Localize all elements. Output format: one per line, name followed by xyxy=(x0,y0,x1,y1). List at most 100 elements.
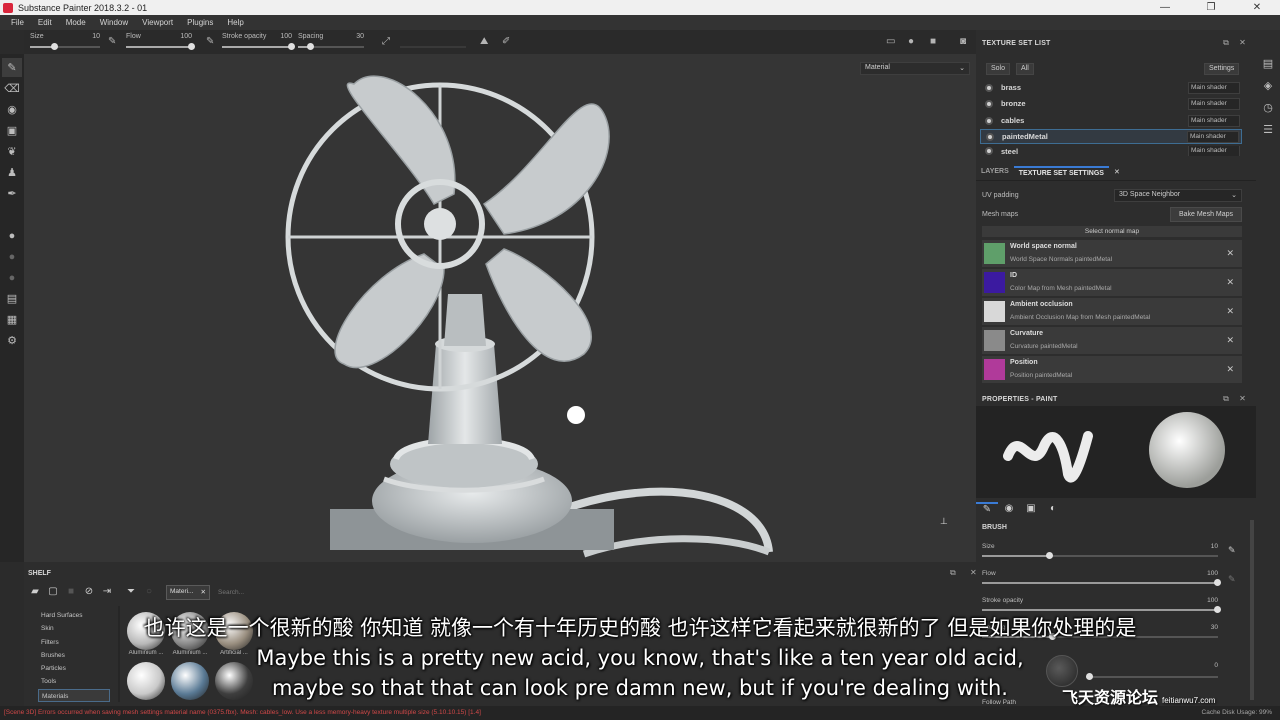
mesh-map-row[interactable]: Curvature Curvature paintedMetal ✕ xyxy=(982,327,1242,354)
menu-mode[interactable]: Mode xyxy=(59,18,93,27)
texture-set-row[interactable]: cables Main shader xyxy=(980,113,1242,128)
refresh-icon[interactable]: ○ xyxy=(140,586,158,597)
flow-pressure-icon[interactable]: ✎ xyxy=(206,36,214,47)
close-panel-icon[interactable]: ✕ xyxy=(1239,38,1246,48)
brush-tab-icon[interactable]: ✎ xyxy=(976,501,998,515)
visibility-icon[interactable] xyxy=(985,116,993,125)
alpha-tab-icon[interactable]: ◉ xyxy=(998,503,1020,514)
mesh-map-row[interactable]: Position Position paintedMetal ✕ xyxy=(982,356,1242,383)
bake-mesh-maps-button[interactable]: Bake Mesh Maps xyxy=(1170,207,1242,222)
viewport-frame-icon[interactable]: ▭ xyxy=(886,36,895,47)
undock-icon[interactable]: ⧉ xyxy=(1223,394,1229,404)
tab-layers[interactable]: LAYERS xyxy=(976,168,1014,175)
shader-dropdown[interactable]: Main shader xyxy=(1188,114,1240,127)
environment-icon[interactable]: ● xyxy=(908,36,914,47)
shader-dropdown[interactable]: Main shader xyxy=(1188,146,1240,156)
menu-help[interactable]: Help xyxy=(220,18,250,27)
undock-icon[interactable]: ⧉ xyxy=(1223,38,1229,48)
light-gizmo[interactable] xyxy=(567,406,585,424)
layers-icon[interactable]: ◈ xyxy=(1264,79,1272,92)
menu-window[interactable]: Window xyxy=(93,18,135,27)
settings-button[interactable]: Settings xyxy=(1204,63,1240,75)
pen-pressure-icon[interactable]: ✎ xyxy=(108,36,116,47)
stroke-opacity-slider[interactable]: Stroke opacity 100 xyxy=(222,32,295,52)
camera-icon[interactable]: ■ xyxy=(930,36,936,47)
menu-file[interactable]: File xyxy=(4,18,31,27)
viewport-channel-dropdown[interactable]: Material ⌄ xyxy=(860,62,970,75)
smudge-icon[interactable]: ❦ xyxy=(2,142,22,161)
history-icon[interactable]: ◷ xyxy=(1263,101,1273,114)
menu-viewport[interactable]: Viewport xyxy=(135,18,180,27)
brush-flow-slider[interactable]: Flow 100 xyxy=(982,570,1221,590)
lazy-mouse-icon[interactable]: ⤢ xyxy=(382,36,390,47)
pen-pressure-icon[interactable]: ✎ xyxy=(1228,545,1236,556)
close-tab-icon[interactable]: ✕ xyxy=(1109,168,1125,176)
preferences-icon[interactable]: ⚙ xyxy=(2,331,22,350)
remove-map-icon[interactable]: ✕ xyxy=(1226,277,1234,288)
flow-pressure-icon[interactable]: ✎ xyxy=(1228,574,1236,585)
paint-mode-icon[interactable]: ✐ xyxy=(502,36,510,47)
brush-size-slider[interactable]: Size 10 xyxy=(982,543,1218,563)
shader-dropdown[interactable]: Main shader xyxy=(1188,81,1240,94)
select-normal-map-button[interactable]: Select normal map xyxy=(982,226,1242,237)
remove-map-icon[interactable]: ✕ xyxy=(1226,248,1234,259)
maximize-button[interactable]: ❐ xyxy=(1188,0,1234,15)
display-settings-icon[interactable]: ▤ xyxy=(2,289,22,308)
solo-button[interactable]: Solo xyxy=(986,63,1011,75)
paint-brush-icon[interactable]: ✎ xyxy=(2,58,22,77)
clone-icon[interactable]: ♟ xyxy=(2,163,22,182)
texture-set-row[interactable]: steel Main shader xyxy=(980,146,1242,156)
3d-viewport[interactable]: Material ⌄ ⊥ xyxy=(24,54,976,562)
filter-chip-materials[interactable]: Materi... ✕ xyxy=(166,585,210,600)
visibility-icon[interactable] xyxy=(986,132,994,141)
tab-texture-set-settings[interactable]: TEXTURE SET SETTINGS xyxy=(1013,166,1109,177)
shader-dropdown[interactable]: Main shader xyxy=(1187,130,1239,143)
spacing-knob[interactable] xyxy=(307,43,315,50)
close-window-button[interactable]: ✕ xyxy=(1234,0,1280,15)
polygon-fill-icon[interactable]: ▣ xyxy=(2,121,22,140)
shader-dropdown[interactable]: Main shader xyxy=(1188,97,1240,110)
texture-set-list-icon[interactable]: ▤ xyxy=(1263,57,1273,70)
mesh-map-row[interactable]: ID Color Map from Mesh paintedMetal ✕ xyxy=(982,269,1242,296)
minimize-button[interactable]: — xyxy=(1142,0,1188,15)
symmetry-icon[interactable]: ⛰ xyxy=(480,36,488,47)
spacing-slider[interactable]: Spacing 30 xyxy=(298,32,364,52)
visibility-icon[interactable] xyxy=(985,99,993,108)
remove-map-icon[interactable]: ✕ xyxy=(1226,335,1234,346)
document-icon[interactable]: ▦ xyxy=(2,310,22,329)
shelf-search-input[interactable] xyxy=(214,585,514,600)
color-picker-icon[interactable]: ✒ xyxy=(2,184,22,203)
eraser-icon[interactable]: ⌫ xyxy=(2,79,22,98)
export-icon[interactable]: ⇥ xyxy=(98,586,116,597)
close-panel-icon[interactable]: ✕ xyxy=(1239,394,1246,404)
stroke-opacity-knob[interactable] xyxy=(288,43,295,50)
texture-set-row[interactable]: brass Main shader xyxy=(980,80,1242,95)
mesh-map-row[interactable]: Ambient occlusion Ambient Occlusion Map … xyxy=(982,298,1242,325)
properties-scrollbar[interactable] xyxy=(1250,520,1254,700)
flow-slider[interactable]: Flow 100 xyxy=(126,32,195,52)
projection-icon[interactable]: ◉ xyxy=(2,100,22,119)
remove-map-icon[interactable]: ✕ xyxy=(1226,306,1234,317)
menu-plugins[interactable]: Plugins xyxy=(180,18,220,27)
remove-map-icon[interactable]: ✕ xyxy=(1226,364,1234,375)
visibility-icon[interactable] xyxy=(985,147,993,155)
size-slider[interactable]: Size 10 xyxy=(30,32,100,52)
remove-filter-icon[interactable]: ✕ xyxy=(201,588,206,596)
size-knob[interactable] xyxy=(50,43,58,50)
texture-set-row-selected[interactable]: paintedMetal Main shader xyxy=(980,129,1242,144)
display-icon[interactable]: ☰ xyxy=(1263,123,1273,136)
mesh-map-row[interactable]: World space normal World Space Normals p… xyxy=(982,240,1242,267)
import-icon[interactable]: ■ xyxy=(62,586,80,597)
flow-knob[interactable] xyxy=(188,43,195,50)
material-tab-icon[interactable]: ◐ xyxy=(1042,503,1064,514)
stencil-tab-icon[interactable]: ▣ xyxy=(1020,503,1042,514)
menu-edit[interactable]: Edit xyxy=(31,18,59,27)
new-item-icon[interactable]: ▢ xyxy=(44,586,62,597)
close-panel-icon[interactable]: ✕ xyxy=(970,568,977,577)
uv-padding-dropdown[interactable]: 3D Space Neighbor ⌄ xyxy=(1114,189,1242,202)
all-button[interactable]: All xyxy=(1016,63,1034,75)
filter-icon[interactable]: ⏷ xyxy=(122,586,140,597)
texture-set-row[interactable]: bronze Main shader xyxy=(980,96,1242,111)
mask-mode-icon[interactable]: ● xyxy=(2,268,22,287)
folder-icon[interactable]: ▰ xyxy=(26,586,44,597)
